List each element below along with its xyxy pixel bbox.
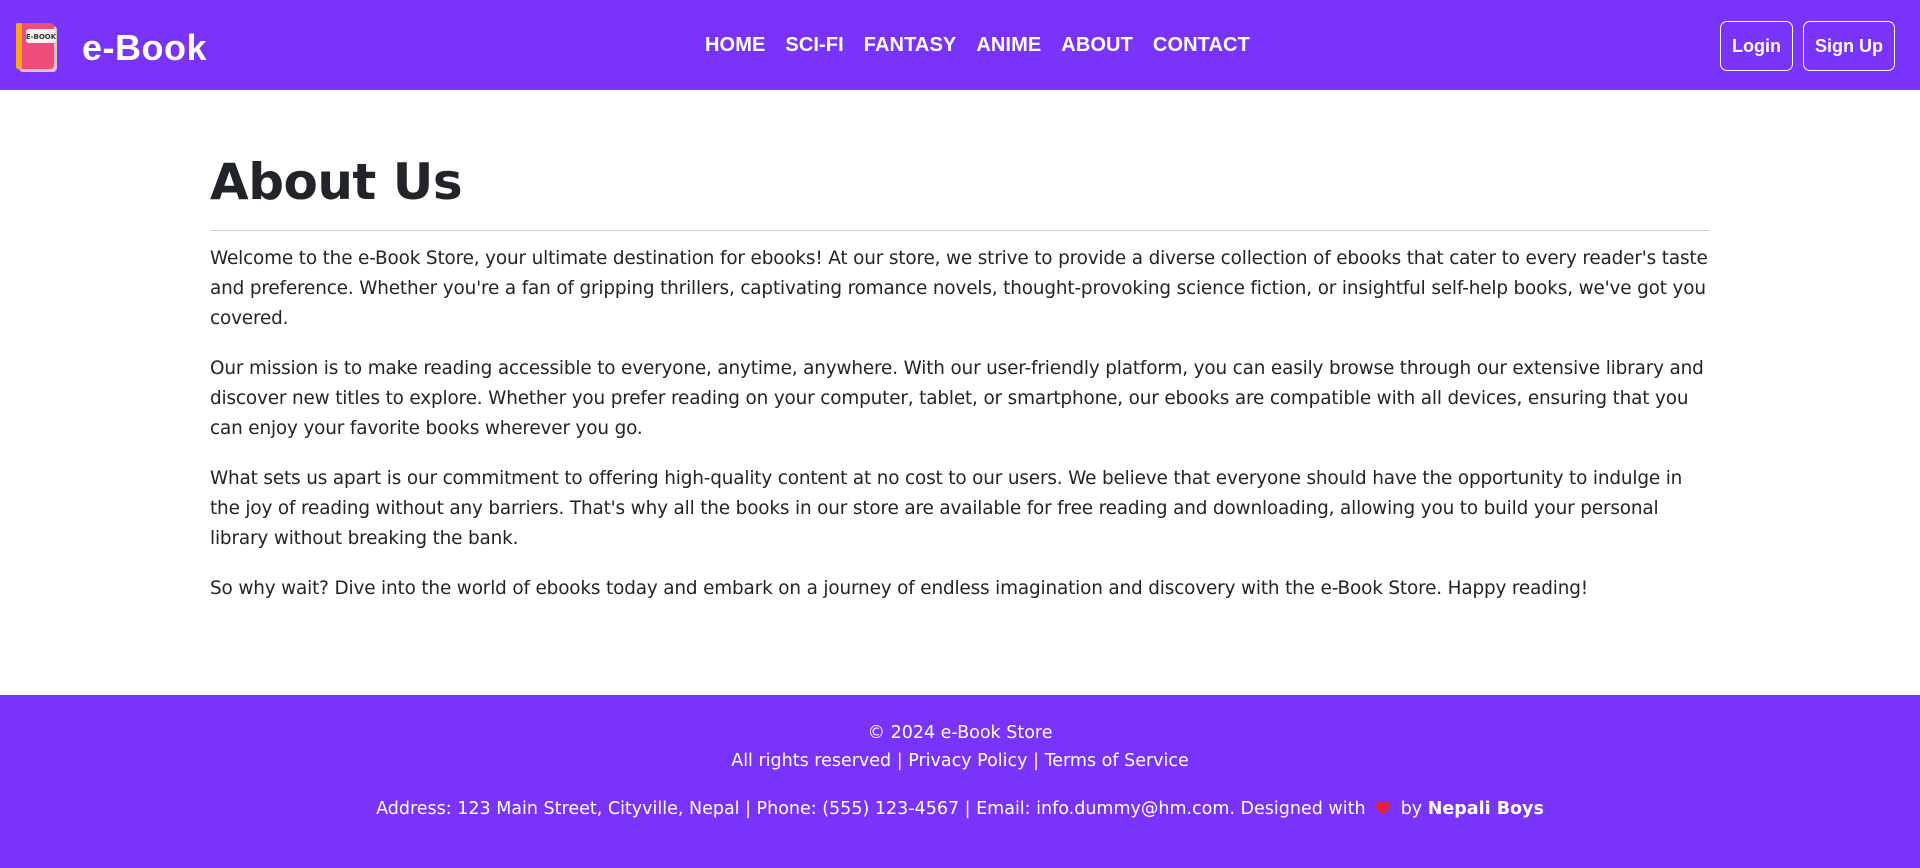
heart-icon	[1375, 797, 1391, 815]
separator: |	[1033, 751, 1039, 771]
navbar: E-BOOK e-Book HOME SCI-FI FANTASY ANIME …	[0, 0, 1920, 90]
nav-fantasy[interactable]: FANTASY	[864, 34, 957, 57]
privacy-policy-link[interactable]: Privacy Policy	[908, 751, 1027, 771]
separator: |	[896, 751, 903, 771]
signup-button[interactable]: Sign Up	[1803, 21, 1895, 71]
nav-sci-fi[interactable]: SCI-FI	[785, 34, 843, 57]
terms-of-service-link[interactable]: Terms of Service	[1045, 751, 1189, 771]
about-paragraph-3: What sets us apart is our commitment to …	[210, 468, 1683, 549]
brand-link[interactable]: E-BOOK e-Book	[16, 22, 207, 74]
nav-home[interactable]: HOME	[705, 34, 765, 57]
footer: © 2024 e-Book Store All rights reserved …	[0, 695, 1920, 868]
nav-actions: Login Sign Up	[1710, 21, 1895, 71]
by-text: by	[1400, 799, 1423, 819]
page-title: About Us	[210, 153, 463, 211]
svg-text:E-BOOK: E-BOOK	[26, 33, 57, 41]
nav-anime[interactable]: ANIME	[976, 34, 1041, 57]
about-paragraph-1: Welcome to the e-Book Store, your ultima…	[210, 248, 1708, 329]
nav-contact[interactable]: CONTACT	[1153, 34, 1250, 57]
footer-legal-line: All rights reserved | Privacy Policy | T…	[0, 747, 1920, 775]
nav-about[interactable]: ABOUT	[1061, 34, 1133, 57]
rights-text: All rights reserved	[731, 751, 892, 771]
divider	[210, 230, 1710, 231]
about-paragraph-2: Our mission is to make reading accessibl…	[210, 358, 1704, 439]
about-content: About Us Welcome to the e-Book Store, yo…	[210, 150, 1710, 604]
about-paragraph-4: So why wait? Dive into the world of eboo…	[210, 578, 1588, 599]
nav-links: HOME SCI-FI FANTASY ANIME ABOUT CONTACT	[705, 0, 1270, 90]
book-icon: E-BOOK	[16, 22, 60, 74]
authors-text: Nepali Boys	[1427, 799, 1544, 819]
contact-info: Address: 123 Main Street, Cityville, Nep…	[376, 799, 1366, 819]
login-button[interactable]: Login	[1720, 21, 1793, 71]
brand-name: e-Book	[82, 27, 208, 68]
copyright-text: © 2024 e-Book Store	[867, 723, 1053, 743]
footer-contact-line: Address: 123 Main Street, Cityville, Nep…	[0, 795, 1920, 823]
